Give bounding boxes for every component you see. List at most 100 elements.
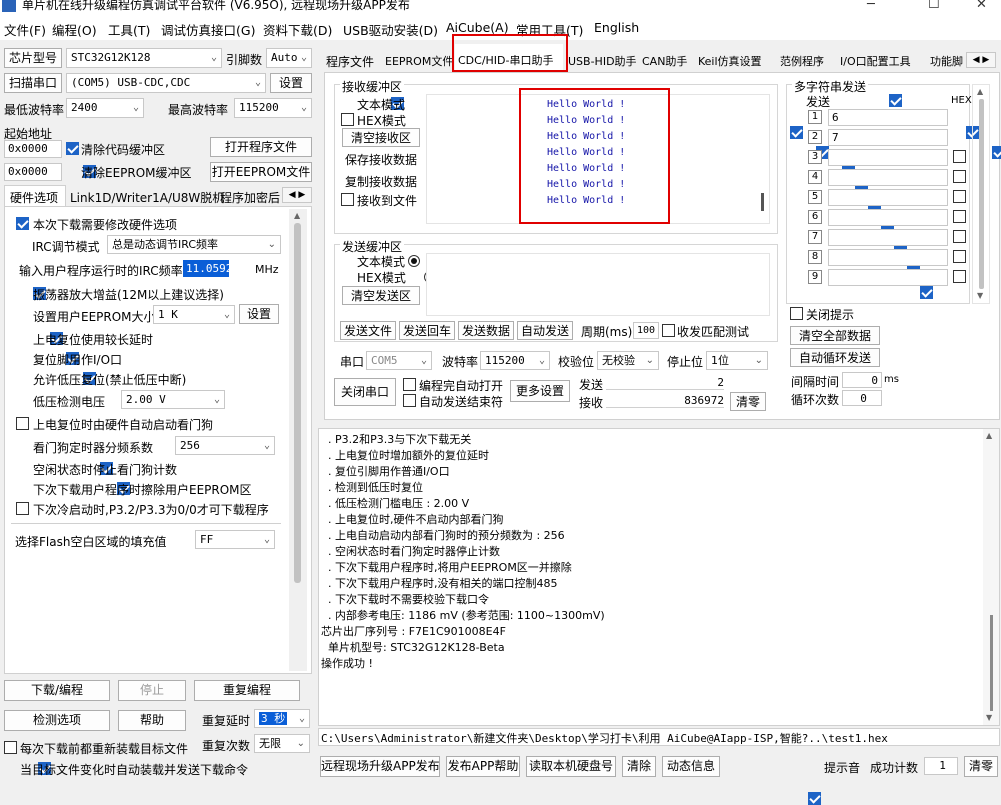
chip-model-select[interactable]: STC32G12K128 ⌄ <box>66 48 222 68</box>
eeprom-start-address-input[interactable]: 0x0000 <box>4 163 62 181</box>
multi-row-hex-checkbox[interactable] <box>992 146 1001 159</box>
lvd-voltage-select[interactable]: 2.00 V ⌄ <box>121 390 225 409</box>
tab-encryption[interactable]: 程序加密后 <box>220 189 280 206</box>
clear-tx-button[interactable]: 清空发送区 <box>342 286 420 305</box>
multi-row-hex-checkbox[interactable] <box>953 250 966 263</box>
close-icon[interactable]: ✕ <box>976 0 987 12</box>
send-textarea[interactable] <box>426 253 770 316</box>
multi-row-number-button[interactable]: 4 <box>808 170 822 184</box>
multi-row-hex-checkbox[interactable] <box>953 270 966 283</box>
multi-row-send-checkbox[interactable] <box>790 126 803 139</box>
maximize-icon[interactable]: ☐ <box>928 0 940 12</box>
hw-watchdog-checkbox[interactable] <box>16 417 29 430</box>
irc-mode-select[interactable]: 总是动态调节IRC频率 ⌄ <box>107 235 281 254</box>
check-options-button[interactable]: 检测选项 <box>4 710 110 731</box>
menu-english[interactable]: English <box>594 20 639 35</box>
read-disk-id-button[interactable]: 读取本机硬盘号 <box>526 756 616 777</box>
tab-io-config[interactable]: I/O口配置工具 <box>840 53 911 69</box>
multi-row-send-checkbox[interactable] <box>920 286 933 299</box>
scroll-down-icon[interactable]: ▼ <box>986 713 992 722</box>
irc-freq-input[interactable]: 11.0592 <box>183 260 232 277</box>
multi-row-text-input[interactable] <box>828 169 948 186</box>
menu-aicube[interactable]: AiCube(A) <box>446 20 509 35</box>
repeat-count-select[interactable]: 无限 ⌄ <box>254 734 310 753</box>
stop-bits-select[interactable]: 1位 ⌄ <box>706 351 768 370</box>
rx-hex-mode-checkbox[interactable] <box>341 113 354 126</box>
menu-tools[interactable]: 工具(T) <box>108 20 150 39</box>
multi-row-number-button[interactable]: 7 <box>808 230 822 244</box>
reload-target-checkbox[interactable] <box>4 741 17 754</box>
publish-help-button[interactable]: 发布APP帮助 <box>446 756 520 777</box>
multi-row-number-button[interactable]: 8 <box>808 250 822 264</box>
close-port-button[interactable]: 关闭串口 <box>334 378 396 406</box>
save-rx-button[interactable]: 保存接收数据 <box>342 150 420 169</box>
code-start-address-input[interactable]: 0x0000 <box>4 140 62 158</box>
loop-count-input[interactable]: 0 <box>842 390 882 406</box>
send-enter-button[interactable]: 发送回车 <box>399 321 455 340</box>
menu-download[interactable]: 资料下载(D) <box>263 20 332 39</box>
multi-row-hex-checkbox[interactable] <box>953 150 966 163</box>
more-settings-button[interactable]: 更多设置 <box>510 380 570 402</box>
menu-debug[interactable]: 调试仿真接口(G) <box>161 20 255 39</box>
menu-file[interactable]: 文件(F) <box>4 20 46 39</box>
rx-scrollbar-thumb[interactable] <box>761 193 764 211</box>
auto-loop-send-button[interactable]: 自动循环发送 <box>790 348 880 367</box>
download-program-button[interactable]: 下载/编程 <box>4 680 110 701</box>
publish-app-button[interactable]: 远程现场升级APP发布 <box>320 756 440 777</box>
clear-counters-button[interactable]: 清零 <box>730 392 766 411</box>
sound-tip-checkbox[interactable] <box>808 792 821 805</box>
clear-all-data-button[interactable]: 清空全部数据 <box>790 326 880 345</box>
tab-scroll-arrows[interactable]: ◀ ▶ <box>966 52 996 68</box>
serial-port-select[interactable]: COM5 ⌄ <box>366 351 432 370</box>
tab-examples[interactable]: 范例程序 <box>780 53 824 69</box>
match-test-checkbox[interactable] <box>662 324 675 337</box>
tab-link1d[interactable]: Link1D/Writer1A/U8W脱机 <box>70 189 224 206</box>
multi-row-number-button[interactable]: 5 <box>808 190 822 204</box>
options-scrollbar[interactable]: ▲ <box>289 209 307 671</box>
rx-to-file-checkbox[interactable] <box>341 193 354 206</box>
scrollbar-thumb[interactable] <box>294 223 301 583</box>
scroll-down-icon[interactable]: ▼ <box>977 291 983 300</box>
clear-log-button[interactable]: 清除 <box>622 756 656 777</box>
interval-input[interactable]: 0 <box>842 372 882 388</box>
scroll-up-icon[interactable]: ▲ <box>977 87 983 96</box>
dynamic-info-button[interactable]: 动态信息 <box>662 756 720 777</box>
repeat-delay-select[interactable]: 3 秒 ⌄ <box>254 709 310 728</box>
multi-row-text-input[interactable] <box>828 229 948 246</box>
modify-hw-checkbox[interactable] <box>16 217 29 230</box>
reset-success-button[interactable]: 清零 <box>964 756 998 777</box>
clear-code-buffer-checkbox[interactable] <box>66 142 79 155</box>
open-eeprom-file-button[interactable]: 打开EEPROM文件 <box>210 162 312 182</box>
max-baud-select[interactable]: 115200 ⌄ <box>234 98 312 118</box>
close-tip-checkbox[interactable] <box>790 307 803 320</box>
period-input[interactable]: 100 <box>633 322 659 339</box>
open-program-file-button[interactable]: 打开程序文件 <box>210 137 312 157</box>
scroll-up-icon[interactable]: ▲ <box>294 211 300 220</box>
parity-select[interactable]: 无校验 ⌄ <box>597 351 659 370</box>
scrollbar-thumb[interactable] <box>990 615 993 711</box>
wdt-prescaler-select[interactable]: 256 ⌄ <box>175 436 275 455</box>
auto-send-button[interactable]: 自动发送 <box>517 321 573 340</box>
tab-usb-hid[interactable]: USB-HID助手 <box>568 53 637 69</box>
multi-row-text-input[interactable] <box>828 249 948 266</box>
port-select[interactable]: (COM5) USB-CDC,CDC ⌄ <box>66 73 266 93</box>
eeprom-size-set-button[interactable]: 设置 <box>239 304 279 324</box>
tab-scroll-arrows[interactable]: ◀ ▶ <box>282 187 312 203</box>
multi-row-text-input[interactable] <box>828 269 948 286</box>
minimize-icon[interactable]: ─ <box>867 0 875 12</box>
send-data-button[interactable]: 发送数据 <box>458 321 514 340</box>
multi-row-number-button[interactable]: 3 <box>808 150 822 164</box>
multi-row-text-input[interactable]: 7 <box>828 129 948 146</box>
clear-rx-button[interactable]: 清空接收区 <box>342 128 420 147</box>
min-baud-select[interactable]: 2400 ⌄ <box>66 98 144 118</box>
multi-scrollbar[interactable]: ▲ ▼ <box>972 84 990 304</box>
multi-row-hex-checkbox[interactable] <box>953 170 966 183</box>
multi-row-text-input[interactable] <box>828 209 948 226</box>
multi-row-hex-checkbox[interactable] <box>953 210 966 223</box>
scan-port-button[interactable]: 扫描串口 <box>4 73 62 93</box>
tab-program-file[interactable]: 程序文件 <box>326 53 374 70</box>
p32-p33-checkbox[interactable] <box>16 502 29 515</box>
scroll-up-icon[interactable]: ▲ <box>986 431 992 440</box>
send-file-button[interactable]: 发送文件 <box>340 321 396 340</box>
multi-row-hex-checkbox[interactable] <box>953 190 966 203</box>
